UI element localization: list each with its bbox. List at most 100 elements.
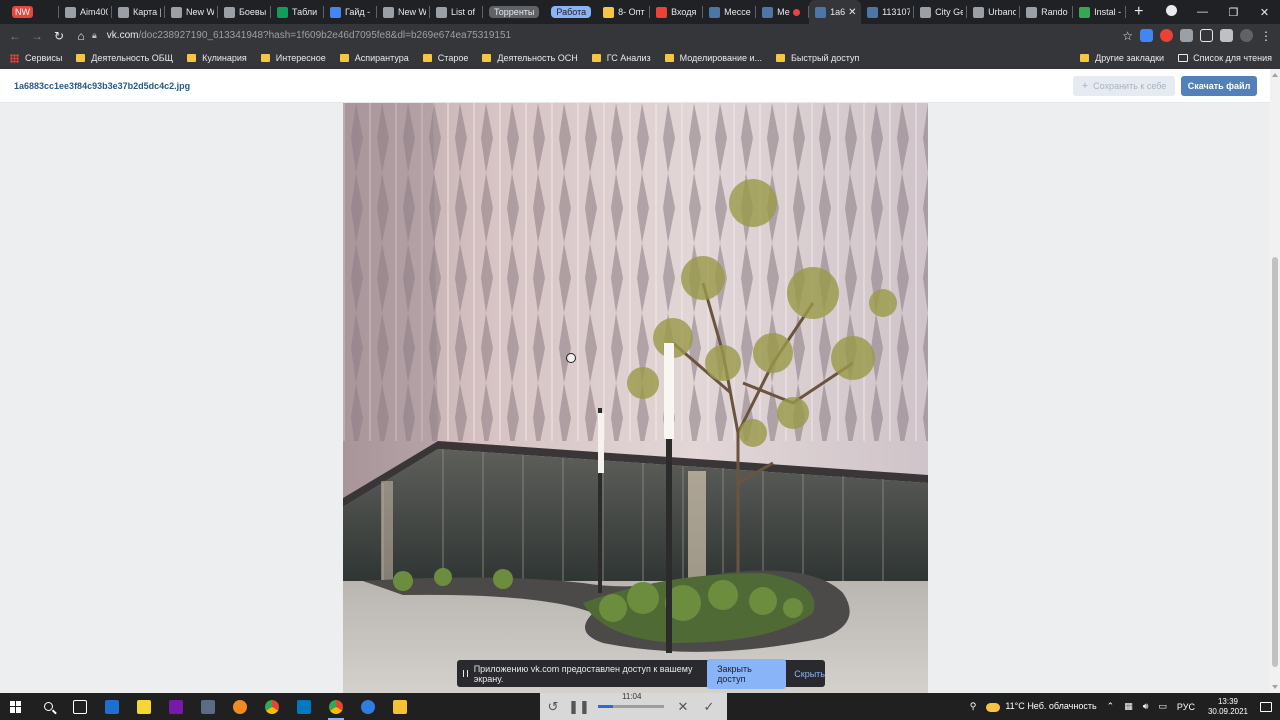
profile-icon[interactable] <box>1156 5 1187 19</box>
plus-icon: + <box>1081 80 1089 92</box>
confirm-icon[interactable]: ✓ <box>696 699 722 715</box>
taskbar-app-orange[interactable] <box>224 693 256 720</box>
bookmark-folder[interactable]: Интересное <box>260 53 326 63</box>
close-window-icon[interactable]: ✕ <box>1249 6 1280 19</box>
browser-tab[interactable]: 113107 <box>861 0 915 24</box>
tab-title: Боевы <box>239 7 267 17</box>
taskbar-trello[interactable] <box>288 693 320 720</box>
discard-icon[interactable]: ✕ <box>670 699 696 715</box>
copy-extension-icon[interactable] <box>1200 29 1213 42</box>
save-to-self-button[interactable]: + Сохранить к себе <box>1073 76 1175 96</box>
bookmark-folder[interactable]: ГС Анализ <box>591 53 651 63</box>
address-bar[interactable]: 🔒︎ vk.com/doc238927190_613341948?hash=1f… <box>92 24 511 47</box>
taskbar-chrome[interactable] <box>256 693 288 720</box>
browser-tab[interactable]: 8- Опт <box>597 0 651 24</box>
taskbar-edge[interactable] <box>352 693 384 720</box>
gray-extension-icon[interactable] <box>1180 29 1193 42</box>
start-button[interactable] <box>0 693 32 720</box>
tab-active-vk-doc[interactable]: 1a6 ✕ <box>809 0 862 24</box>
volume-icon[interactable]: 🔊︎ <box>1143 701 1149 712</box>
menu-dots-icon[interactable]: ⋮ <box>1260 29 1272 43</box>
reading-list[interactable]: Список для чтения <box>1178 53 1272 63</box>
folder-icon <box>260 54 270 62</box>
language-indicator[interactable]: РУС <box>1177 702 1195 712</box>
system-tray: ⚲ 11°C Неб. облачность ⌃ ▦ 🔊︎ ▭ РУС 13:3… <box>965 693 1280 720</box>
browser-tab[interactable]: Instal - <box>1073 0 1127 24</box>
taskbar-search-button[interactable] <box>32 693 64 720</box>
tab-group-work[interactable]: Работа <box>551 6 592 18</box>
chevron-up-icon[interactable]: ⌃ <box>1107 701 1115 712</box>
browser-tab[interactable]: Боевы <box>218 0 271 24</box>
scroll-thumb[interactable] <box>1272 257 1278 667</box>
taskbar-app-1[interactable] <box>96 693 128 720</box>
stop-sharing-button[interactable]: Закрыть доступ <box>707 658 787 689</box>
browser-tab[interactable]: New W <box>165 0 218 24</box>
zoom-cursor-icon <box>566 353 576 363</box>
people-icon[interactable]: ⚲ <box>970 701 977 712</box>
home-icon[interactable]: ⌂ <box>70 29 92 43</box>
app-icon <box>105 699 119 714</box>
browser-tab[interactable]: NW <box>6 0 59 24</box>
download-file-button[interactable]: Скачать файл <box>1181 76 1257 96</box>
task-view-button[interactable] <box>64 693 96 720</box>
taskbar-sticky-notes[interactable] <box>128 693 160 720</box>
browser-tab[interactable]: Гайд - <box>324 0 377 24</box>
browser-tab[interactable]: List of <box>430 0 483 24</box>
bookmark-apps[interactable]: Сервисы <box>10 53 62 63</box>
bookmark-label: Деятельность ОСН <box>497 53 578 63</box>
browser-tab[interactable]: Мессе <box>703 0 757 24</box>
restore-icon[interactable]: ❐ <box>1218 6 1249 19</box>
forward-icon[interactable]: → <box>26 29 48 43</box>
folder-icon <box>664 54 674 62</box>
clock[interactable]: 13:39 30.09.2021 <box>1208 697 1248 717</box>
page-scrollbar[interactable] <box>1270 69 1280 693</box>
notifications-icon[interactable] <box>1260 701 1272 712</box>
hide-banner-button[interactable]: Скрыть <box>794 669 825 679</box>
browser-tab[interactable]: Aim400 <box>59 0 112 24</box>
browser-tab[interactable]: Ме <box>756 0 810 24</box>
taskbar-calculator[interactable] <box>192 693 224 720</box>
browser-tab[interactable]: Urbano <box>967 0 1021 24</box>
bookmark-folder[interactable]: Моделирование и... <box>664 53 762 63</box>
undo-icon[interactable]: ↺ <box>540 699 566 715</box>
bookmark-folder[interactable]: Кулинария <box>187 53 247 63</box>
favicon-icon <box>603 6 615 18</box>
bookmark-folder[interactable]: Деятельность ОБЩ <box>76 53 173 63</box>
favicon-icon <box>436 6 447 18</box>
scroll-up-arrow[interactable] <box>1272 73 1278 77</box>
bookmark-folder[interactable]: Старое <box>422 53 468 63</box>
browser-tab[interactable]: Входя <box>650 0 704 24</box>
avatar[interactable] <box>1240 29 1253 42</box>
back-icon[interactable]: ← <box>4 29 26 43</box>
puzzle-icon[interactable] <box>1220 29 1233 42</box>
bookmark-folder[interactable]: Аспирантура <box>339 53 409 63</box>
red-extension-icon[interactable] <box>1160 29 1173 42</box>
bookmark-star-icon[interactable]: ☆ <box>1122 29 1133 43</box>
tab-group-torrents[interactable]: Торренты <box>489 6 540 18</box>
close-icon[interactable]: ✕ <box>848 7 856 18</box>
minimize-icon[interactable]: — <box>1187 6 1218 18</box>
battery-icon[interactable]: ▭ <box>1158 701 1167 712</box>
pause-icon[interactable]: ❚❚ <box>566 699 592 715</box>
bookmark-folder[interactable]: Деятельность ОСН <box>482 53 578 63</box>
new-tab-button[interactable]: + <box>1134 3 1150 21</box>
weather-widget[interactable]: 11°C Неб. облачность <box>986 701 1097 712</box>
tab-title: Карта | <box>133 7 161 17</box>
browser-tab[interactable]: Табли <box>271 0 324 24</box>
browser-tab[interactable]: New W <box>377 0 430 24</box>
bookmark-other[interactable]: Другие закладки <box>1080 53 1164 63</box>
translate-extension-icon[interactable] <box>1140 29 1153 42</box>
document-image[interactable] <box>343 103 928 693</box>
network-icon[interactable]: ▦ <box>1124 701 1133 712</box>
browser-tab[interactable]: City Ge <box>914 0 968 24</box>
bookmark-folder[interactable]: Быстрый доступ <box>776 53 859 63</box>
reload-icon[interactable]: ↻ <box>48 29 70 43</box>
taskbar-explorer[interactable] <box>384 693 416 720</box>
browser-tab[interactable]: Карта | <box>112 0 165 24</box>
browser-tab[interactable]: Rando <box>1020 0 1074 24</box>
taskbar-onenote[interactable] <box>160 693 192 720</box>
taskbar-chrome-active[interactable] <box>320 693 352 720</box>
doc-filename[interactable]: 1a6883cc1ee3f84c93b3e37b2d5dc4c2.jpg <box>14 81 190 91</box>
folder-icon <box>76 54 86 62</box>
scroll-down-arrow[interactable] <box>1272 685 1278 689</box>
